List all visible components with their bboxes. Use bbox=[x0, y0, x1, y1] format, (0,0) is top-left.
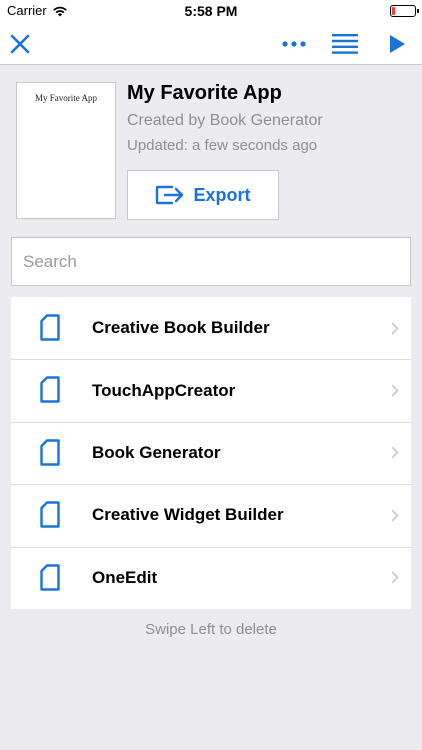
close-icon bbox=[10, 34, 30, 53]
list-item-label: Book Generator bbox=[92, 442, 221, 462]
project-updated: Updated: a few seconds ago bbox=[127, 137, 318, 154]
cover-title: My Favorite App bbox=[35, 93, 97, 103]
list-item-label: Creative Widget Builder bbox=[92, 505, 284, 525]
project-list: Creative Book Builder TouchAppCreator Bo… bbox=[11, 297, 411, 609]
document-icon bbox=[40, 314, 60, 341]
list-item[interactable]: Book Generator bbox=[11, 421, 411, 484]
clock: 5:58 PM bbox=[184, 3, 238, 19]
list-item-label: OneEdit bbox=[92, 567, 158, 587]
list-item[interactable]: Creative Widget Builder bbox=[11, 484, 411, 546]
project-title: My Favorite App bbox=[127, 82, 282, 104]
chevron-right-icon bbox=[391, 447, 399, 459]
list-item-label: TouchAppCreator bbox=[92, 380, 236, 400]
document-icon bbox=[40, 439, 60, 466]
more-icon bbox=[282, 40, 306, 47]
close-button[interactable] bbox=[4, 22, 36, 65]
project-creator: Created by Book Generator bbox=[127, 112, 323, 129]
battery-level bbox=[392, 7, 395, 15]
list-button[interactable] bbox=[328, 22, 362, 65]
play-button[interactable] bbox=[383, 22, 411, 65]
list-item[interactable]: Creative Book Builder bbox=[11, 297, 411, 359]
swipe-hint: Swipe Left to delete bbox=[145, 621, 277, 638]
list-item[interactable]: TouchAppCreator bbox=[11, 359, 411, 421]
status-bar: Carrier 5:58 PM bbox=[0, 0, 422, 22]
book-cover[interactable]: My Favorite App bbox=[16, 82, 116, 219]
export-icon bbox=[156, 185, 184, 205]
chevron-right-icon bbox=[391, 509, 399, 522]
chevron-right-icon bbox=[391, 384, 399, 397]
nav-bar bbox=[0, 22, 422, 65]
chevron-right-icon bbox=[391, 322, 399, 334]
document-icon bbox=[40, 501, 60, 528]
list-icon bbox=[332, 33, 358, 54]
more-button[interactable] bbox=[278, 22, 310, 65]
export-button[interactable]: Export bbox=[127, 170, 279, 220]
search-field[interactable] bbox=[11, 237, 411, 286]
chevron-right-icon bbox=[391, 571, 399, 584]
play-icon bbox=[390, 34, 405, 53]
list-item[interactable]: OneEdit bbox=[11, 546, 411, 609]
list-item-label: Creative Book Builder bbox=[92, 318, 270, 338]
battery-icon bbox=[390, 5, 419, 17]
search-input[interactable] bbox=[12, 238, 410, 285]
document-icon bbox=[40, 376, 60, 404]
document-icon bbox=[40, 563, 60, 591]
export-label: Export bbox=[193, 184, 251, 205]
